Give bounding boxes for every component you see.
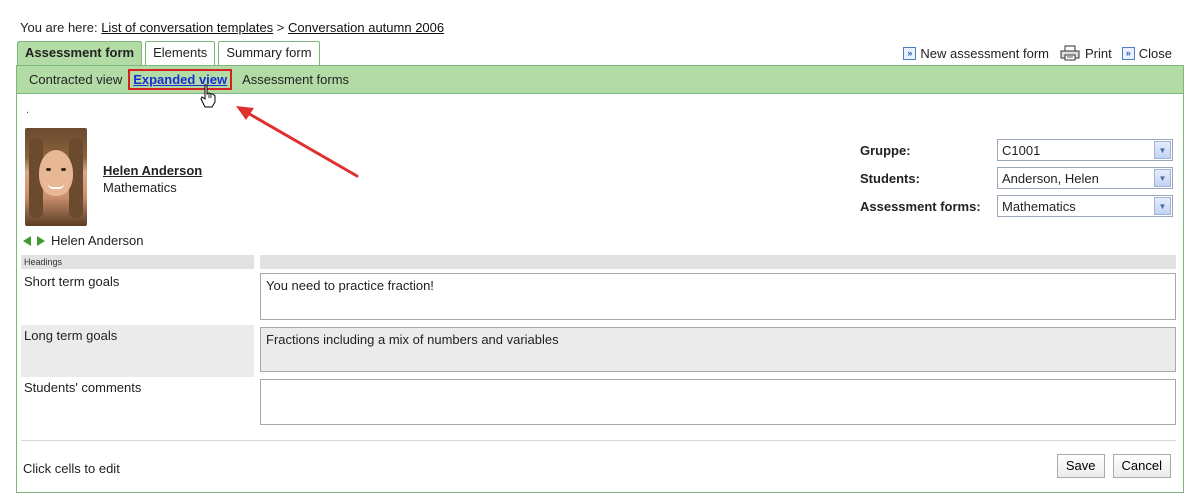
long-term-goals-label: Long term goals [21,325,254,377]
next-student-arrow-icon[interactable] [37,235,45,246]
long-term-goals-cell[interactable]: Fractions including a mix of numbers and… [260,327,1176,372]
student-photo [25,128,87,226]
student-name-link[interactable]: Helen Anderson [103,163,202,178]
tab-summary-form[interactable]: Summary form [218,41,320,65]
assessment-forms-link[interactable]: Assessment forms [242,72,349,87]
hand-cursor-icon [200,84,216,108]
chevron-down-icon[interactable]: ▼ [1154,197,1171,215]
filter-selectors: Gruppe: C1001 ▼ Students: Anderson, Hele… [860,139,1173,223]
previous-student-arrow-icon[interactable] [23,235,31,246]
view-subnav: Contracted view Expanded view Assessment… [17,66,1183,94]
print-button[interactable]: Print [1059,45,1112,61]
edit-hint: Click cells to edit [23,461,120,476]
assessment-panel: Contracted view Expanded view Assessment… [16,65,1184,493]
headings-bar: Headings [21,255,1176,269]
current-student-name: Helen Anderson [51,233,144,248]
contracted-view-link[interactable]: Contracted view [29,72,122,87]
dot-marker: . [26,104,30,116]
students-select-value: Anderson, Helen [1002,170,1099,186]
new-assessment-form-label: New assessment form [920,45,1050,61]
assessment-forms-select-value: Mathematics [1002,198,1076,214]
cancel-button[interactable]: Cancel [1112,454,1171,478]
group-select-value: C1001 [1002,142,1041,158]
close-label: Close [1138,45,1172,61]
breadcrumb-link-templates[interactable]: List of conversation templates [101,20,273,35]
annotation-arrow-icon [236,106,359,178]
assessment-forms-label: Assessment forms: [860,198,981,214]
top-actions: » New assessment form Print » Close [897,45,1172,61]
student-subject: Mathematics [103,180,177,195]
tab-assessment-form[interactable]: Assessment form [17,41,143,66]
save-button[interactable]: Save [1056,454,1105,478]
group-selector-row: Gruppe: C1001 ▼ [860,139,1173,161]
close-button[interactable]: » Close [1121,45,1172,61]
divider [21,440,1176,441]
tab-bar: Assessment form Elements Summary form [17,41,323,66]
students-comments-cell[interactable] [260,379,1176,425]
breadcrumb-link-conversation[interactable]: Conversation autumn 2006 [288,20,444,35]
breadcrumb-separator: > [273,20,289,35]
new-assessment-form-button[interactable]: » New assessment form [903,46,1049,61]
breadcrumb-prefix: You are here: [20,20,102,35]
print-label: Print [1085,45,1112,61]
student-navigator: Helen Anderson [23,233,144,248]
printer-icon [1060,45,1080,61]
chevron-down-icon[interactable]: ▼ [1154,141,1171,159]
assessment-forms-selector-row: Assessment forms: Mathematics ▼ [860,195,1173,217]
double-chevron-icon: » [1121,46,1135,60]
assessment-forms-select[interactable]: Mathematics ▼ [997,195,1173,217]
students-select[interactable]: Anderson, Helen ▼ [997,167,1173,189]
group-select[interactable]: C1001 ▼ [997,139,1173,161]
short-term-goals-cell[interactable]: You need to practice fraction! [260,273,1176,320]
group-label: Gruppe: [860,142,911,158]
students-selector-row: Students: Anderson, Helen ▼ [860,167,1173,189]
table-row: Long term goals Fractions including a mi… [21,325,1176,377]
form-buttons: Save Cancel [1056,454,1171,478]
double-chevron-icon: » [903,46,917,60]
breadcrumb: You are here: List of conversation templ… [20,20,444,35]
table-row: Short term goals You need to practice fr… [21,271,1176,320]
students-comments-label: Students' comments [24,380,142,395]
table-row: Students' comments [21,377,1176,425]
chevron-down-icon[interactable]: ▼ [1154,169,1171,187]
headings-label: Headings [21,255,254,269]
tab-elements[interactable]: Elements [145,41,216,65]
short-term-goals-label: Short term goals [24,274,120,289]
students-label: Students: [860,170,920,186]
